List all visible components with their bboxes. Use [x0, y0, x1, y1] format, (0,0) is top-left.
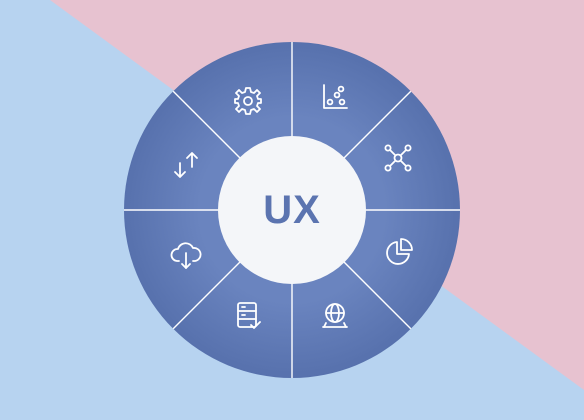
ux-wheel-graphic: UX	[0, 0, 584, 420]
center-label: UX	[263, 187, 321, 232]
